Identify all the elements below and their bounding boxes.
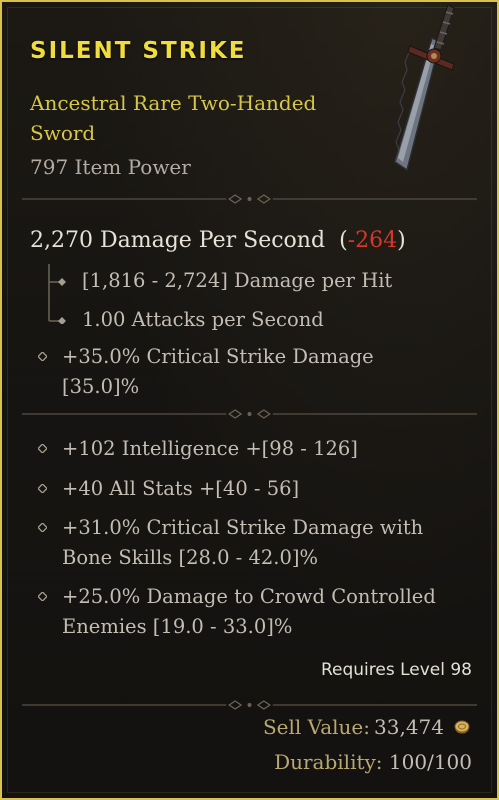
two-handed-sword-icon	[374, 2, 464, 178]
durability-label: Durability:	[274, 750, 383, 774]
gold-coin-icon	[454, 720, 470, 734]
diamond-bullet-icon	[38, 352, 47, 361]
dps-delta-close: )	[397, 228, 406, 253]
level-requirement: Requires Level 98	[320, 660, 472, 680]
section-divider	[22, 193, 477, 205]
diamond-bullet-icon	[38, 484, 47, 493]
sell-value-amount: 33,474	[374, 715, 444, 739]
sell-value: Sell Value: 33,474	[263, 715, 470, 739]
durability: Durability: 100/100	[274, 750, 472, 774]
dps-delta: -264	[347, 228, 398, 253]
damage-per-hit: [1,816 - 2,724] Damage per Hit	[82, 269, 393, 292]
dps-value: 2,270 Damage Per Second	[30, 228, 326, 253]
affix-line: +102 Intelligence +[98 - 126]	[62, 437, 358, 460]
item-name: SILENT STRIKE	[30, 38, 247, 64]
stat-tree-connector	[47, 264, 77, 325]
item-type-line: Ancestral Rare Two-Handed Sword	[30, 91, 317, 145]
section-divider	[22, 408, 477, 420]
durability-value: 100/100	[388, 750, 472, 774]
diamond-bullet-icon	[38, 444, 47, 453]
section-divider	[22, 699, 477, 711]
item-tooltip: SILENT STRIKE Ancestral Rare Two-Handed …	[0, 0, 499, 800]
affix-line: +31.0% Critical Strike Damage with Bone …	[62, 516, 424, 569]
affix-line: +40 All Stats +[40 - 56]	[62, 477, 300, 500]
dps-delta-open: (	[339, 228, 348, 253]
diamond-bullet-icon	[38, 523, 47, 532]
affix-line: +25.0% Damage to Crowd Controlled Enemie…	[62, 585, 436, 638]
damage-per-second: 2,270 Damage Per Second (-264)	[30, 228, 406, 253]
sell-value-label: Sell Value:	[262, 715, 371, 739]
implicit-affix: +35.0% Critical Strike Damage [35.0]%	[62, 345, 374, 398]
diamond-bullet-icon	[38, 592, 47, 601]
item-power: 797 Item Power	[30, 155, 191, 179]
attacks-per-second: 1.00 Attacks per Second	[82, 308, 324, 331]
